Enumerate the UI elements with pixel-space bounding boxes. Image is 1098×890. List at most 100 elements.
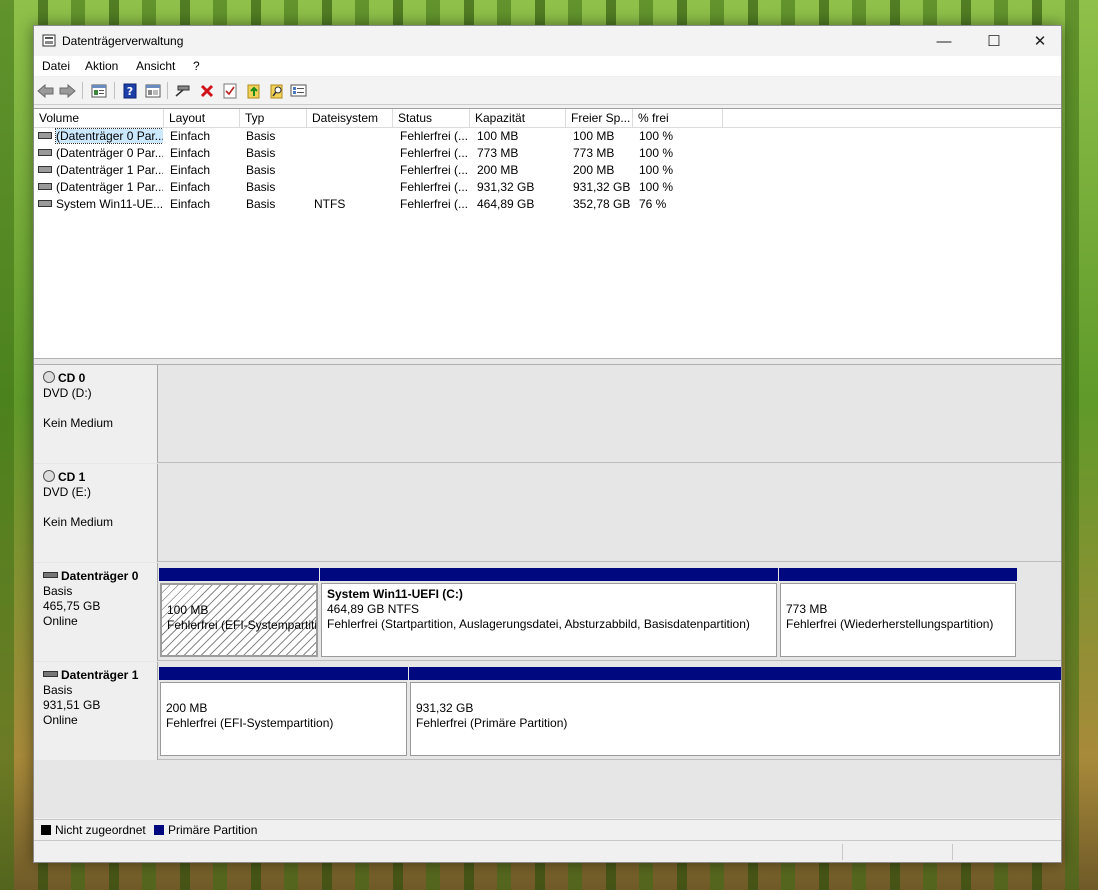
volume-row[interactable]: System Win11-UE... Einfach Basis NTFS Fehler… [34, 196, 1061, 213]
volume-cell: Einfach [170, 197, 211, 211]
checkmark-icon[interactable] [221, 82, 238, 99]
disk-info-line1: DVD (D:) [43, 386, 92, 400]
legend-label-unallocated: Nicht zugeordnet [55, 823, 146, 837]
help-icon[interactable]: ? [121, 82, 138, 99]
menu-ansicht[interactable]: Ansicht [136, 59, 175, 73]
legend-label-primary: Primäre Partition [168, 823, 258, 837]
volume-cell: NTFS [314, 197, 346, 211]
partition-block[interactable]: 931,32 GB Fehlerfrei (Primäre Partition) [409, 667, 1061, 756]
menu-datei[interactable]: Datei [42, 59, 70, 73]
volume-cell: Basis [246, 180, 276, 194]
disk-label[interactable]: Datenträger 1 Basis 931,51 GB Online [34, 662, 158, 760]
volume-row[interactable]: (Datenträger 1 Par... Einfach Basis Fehlerf… [34, 179, 1061, 196]
column-header-status[interactable]: Status [393, 109, 470, 127]
volume-icon [38, 183, 52, 191]
disk-name: Datenträger 1 [61, 668, 139, 682]
status-bar-divider [952, 844, 953, 860]
partition-status: Fehlerfrei (Primäre Partition) [416, 716, 568, 730]
volume-cell: (Datenträger 0 Par... [38, 145, 163, 162]
partition-block[interactable]: 773 MB Fehlerfrei (Wiederherstellungspart… [779, 568, 1017, 657]
volume-icon [38, 166, 52, 174]
disk-name-line: Datenträger 0 [43, 569, 157, 584]
column-header-layout[interactable]: Layout [164, 109, 240, 127]
volume-cell [314, 179, 394, 196]
disk-info-line3: Kein Medium [43, 416, 114, 430]
volume-cell: 100 MB [573, 129, 615, 143]
disk-label[interactable]: Datenträger 0 Basis 465,75 GB Online [34, 563, 158, 661]
maximize-button[interactable]: ☐ [971, 26, 1017, 56]
cd-drive-icon [43, 370, 55, 383]
menu-bar: Datei Aktion Ansicht ? [34, 56, 1061, 76]
minimize-icon: — [936, 32, 952, 50]
legend-swatch-primary [154, 825, 164, 835]
column-header-freier-speicher[interactable]: Freier Sp... [566, 109, 633, 127]
delete-icon[interactable] [198, 82, 215, 99]
volume-cell: 200 MB [573, 163, 615, 177]
column-header-typ[interactable]: Typ [240, 109, 307, 127]
partition-map: 100 MB Fehlerfrei (EFI-Systempartition) Sy… [159, 568, 1017, 657]
svg-text:?: ? [126, 85, 132, 98]
hard-disk-icon [43, 571, 58, 578]
properties-icon[interactable] [144, 82, 161, 99]
disk-info-line3: Online [43, 614, 78, 628]
close-button[interactable]: ✕ [1017, 26, 1061, 56]
column-header-kapazitaet[interactable]: Kapazität [470, 109, 566, 127]
volume-cell: 464,89 GB [477, 197, 535, 211]
partition-block[interactable]: 200 MB Fehlerfrei (EFI-Systempartition) [159, 667, 408, 756]
console-tree-icon[interactable] [90, 82, 107, 99]
forward-arrow-icon[interactable] [59, 82, 76, 99]
disk-row: CD 1 DVD (E:) Kein Medium [34, 464, 1061, 562]
partition-body: 200 MB Fehlerfrei (EFI-Systempartition) [160, 682, 407, 756]
volume-cell: 100 MB [477, 129, 519, 143]
volume-icon [38, 149, 52, 157]
disk-row: Datenträger 0 Basis 465,75 GB Online 100 MB F… [34, 563, 1061, 661]
volume-cell: System Win11-UE... [38, 196, 163, 213]
partition-map: 200 MB Fehlerfrei (EFI-Systempartition) 93… [159, 667, 1061, 756]
menu-help[interactable]: ? [193, 59, 200, 73]
volume-icon [38, 200, 52, 208]
volume-row[interactable]: (Datenträger 0 Par... Einfach Basis Fehlerf… [34, 145, 1061, 162]
list-icon[interactable] [290, 82, 307, 99]
connect-drive-icon[interactable] [174, 82, 191, 99]
volume-cell [314, 128, 394, 145]
column-header-volume[interactable]: Volume [34, 109, 164, 127]
volume-cell: 76 % [639, 197, 667, 211]
disk-label[interactable]: CD 0 DVD (D:) Kein Medium [34, 365, 158, 463]
volume-cell: 100 % [639, 129, 674, 143]
volume-cell: (Datenträger 1 Par... [38, 162, 163, 179]
disk-name: CD 1 [58, 470, 86, 484]
volume-cell: 200 MB [477, 163, 519, 177]
primary-partition-bar [779, 568, 1017, 581]
column-header-dateisystem[interactable]: Dateisystem [307, 109, 393, 127]
window-title: Datenträgerverwaltung [62, 34, 184, 48]
disk-name: Datenträger 0 [61, 569, 139, 583]
volume-cell: 100 % [639, 180, 674, 194]
minimize-button[interactable]: — [921, 26, 967, 56]
partition-block[interactable]: System Win11-UEFI (C:) 464,89 GB NTFS Fehl… [320, 568, 778, 657]
pane-splitter[interactable] [34, 358, 1061, 365]
partition-body: System Win11-UEFI (C:) 464,89 GB NTFS Fehl… [321, 583, 777, 657]
status-bar [34, 840, 1061, 862]
close-icon: ✕ [1033, 33, 1047, 50]
volume-row[interactable]: (Datenträger 1 Par... Einfach Basis Fehlerf… [34, 162, 1061, 179]
volume-cell: Fehlerfrei (... [400, 197, 469, 211]
volume-cell: Fehlerfrei (... [400, 180, 469, 194]
volume-cell: 931,32 GB [573, 180, 631, 194]
volume-row[interactable]: (Datenträger 0 Par... Einfach Basis Fehlerf… [34, 128, 1061, 145]
disk-management-app-icon [42, 34, 56, 47]
partition-block[interactable]: 100 MB Fehlerfrei (EFI-Systempartition) [159, 568, 319, 657]
back-arrow-icon[interactable] [37, 82, 54, 99]
export-folder-icon[interactable] [245, 82, 262, 99]
status-bar-divider [842, 844, 843, 860]
menu-aktion[interactable]: Aktion [85, 59, 118, 73]
title-bar[interactable]: Datenträgerverwaltung — ☐ ✕ [34, 26, 1061, 56]
disk-info-line2: 465,75 GB [43, 599, 101, 613]
volume-list[interactable]: Volume Layout Typ Dateisystem Status Kap… [34, 108, 1061, 359]
legend-swatch-unallocated [41, 825, 51, 835]
disk-info-line3: Kein Medium [43, 515, 114, 529]
search-folder-icon[interactable] [268, 82, 285, 99]
volume-cell: Fehlerfrei (... [400, 163, 469, 177]
volume-name: (Datenträger 0 Par... [56, 146, 163, 160]
column-header-prozent-frei[interactable]: % frei [633, 109, 723, 127]
disk-label[interactable]: CD 1 DVD (E:) Kein Medium [34, 464, 158, 562]
